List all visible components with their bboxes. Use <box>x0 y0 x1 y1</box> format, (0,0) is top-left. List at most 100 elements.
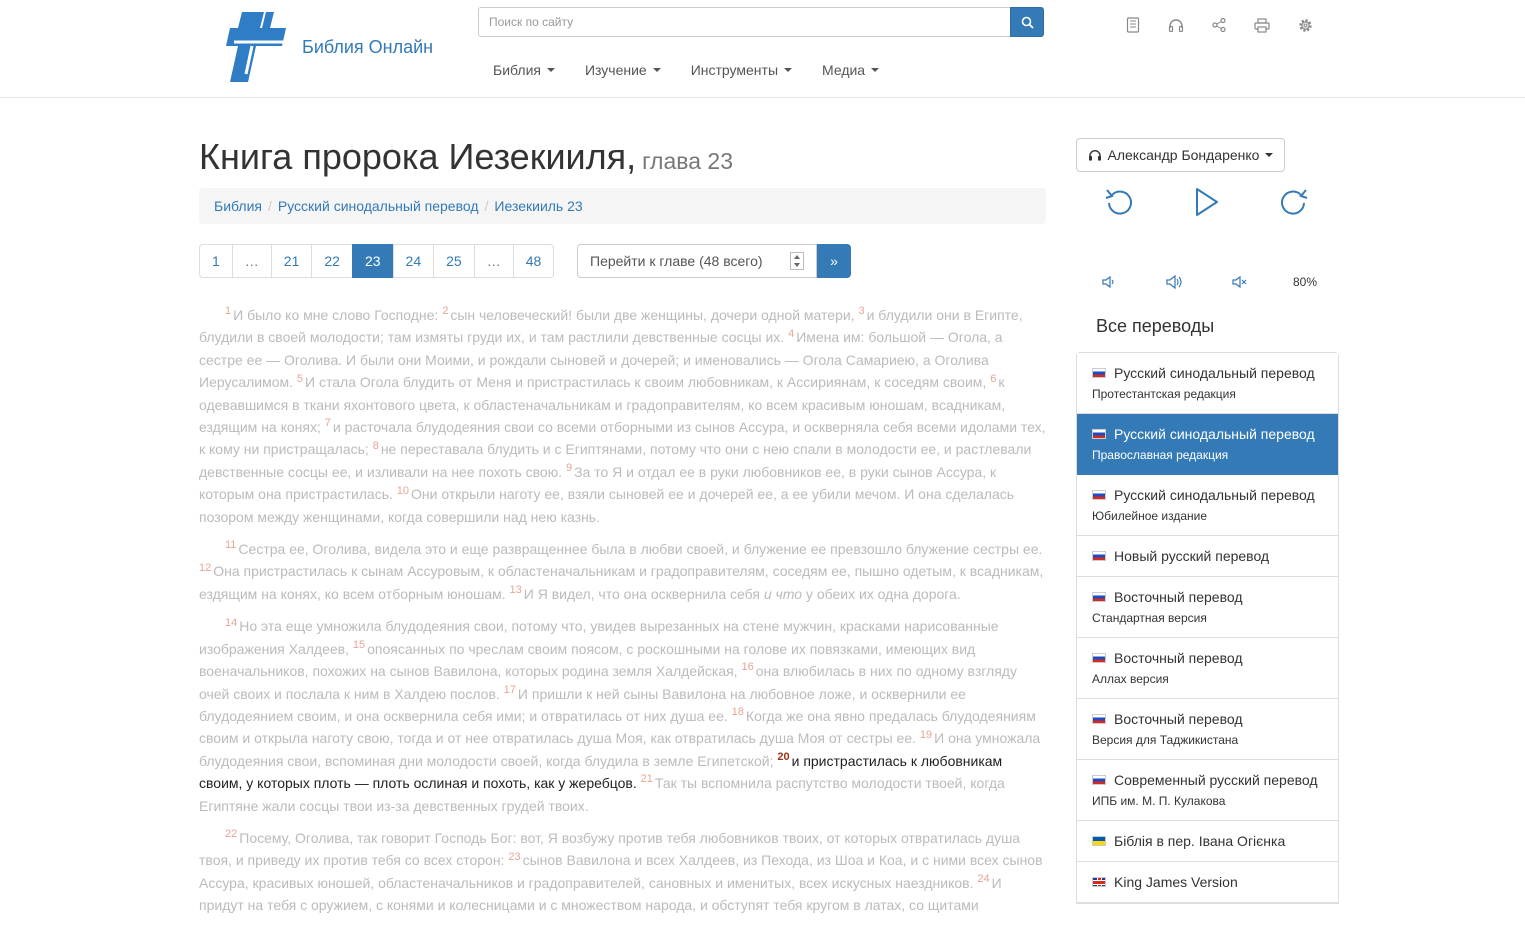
page-link[interactable]: 25 <box>433 244 475 278</box>
goto-chapter-input[interactable]: Перейти к главе (48 всего) <box>577 244 817 278</box>
ru-flag-icon <box>1092 592 1106 602</box>
headphones-icon[interactable] <box>1165 14 1187 36</box>
logo-icon[interactable] <box>226 12 288 82</box>
nav-media[interactable]: Медиа <box>807 58 894 82</box>
verse-number[interactable]: 8 <box>373 440 379 452</box>
translation-title: Русский синодальный перевод <box>1092 363 1323 384</box>
verse-number[interactable]: 18 <box>732 706 744 718</box>
translation-item[interactable]: Русский синодальный перевод Протестантска… <box>1077 353 1338 414</box>
page-link[interactable]: 1 <box>199 244 233 278</box>
page-link[interactable]: 48 <box>512 244 555 278</box>
reader-select-button[interactable]: Александр Бондаренко <box>1076 138 1285 172</box>
caret-down-icon <box>652 68 661 72</box>
share-icon[interactable] <box>1208 14 1230 36</box>
verse-number[interactable]: 7 <box>325 417 331 429</box>
paragraph: 1И было ко мне слово Господне: 2 сын чело… <box>199 304 1046 528</box>
translation-subtitle: Версия для Таджикистана <box>1092 733 1239 747</box>
verse-number[interactable]: 13 <box>510 584 522 596</box>
verse-number[interactable]: 11 <box>225 539 236 551</box>
search-input[interactable] <box>478 7 1010 37</box>
page-link[interactable]: 21 <box>270 244 313 278</box>
verse-number[interactable]: 10 <box>397 485 409 497</box>
verse-number[interactable]: 19 <box>920 729 932 741</box>
verse-number[interactable]: 16 <box>741 661 753 673</box>
rewind-button[interactable] <box>1100 183 1138 221</box>
search-bar <box>478 7 1044 37</box>
translation-item[interactable]: Русский синодальный перевод Юбилейное изд… <box>1077 475 1338 536</box>
nav-study[interactable]: Изучение <box>570 58 676 82</box>
number-spinner[interactable] <box>790 252 804 270</box>
caret-down-icon <box>1265 153 1274 157</box>
goto-chapter: Перейти к главе (48 всего) » <box>577 244 851 278</box>
volume-up-icon <box>1166 274 1182 290</box>
page-link-active[interactable]: 23 <box>351 244 394 278</box>
verse-number[interactable]: 2 <box>442 305 448 317</box>
volume-down-button[interactable] <box>1102 272 1116 292</box>
volume-up-button[interactable] <box>1166 272 1184 292</box>
search-button[interactable] <box>1010 7 1044 37</box>
verse-number[interactable]: 12 <box>199 562 211 574</box>
verse-text: сын человеческий! были две женщины, доче… <box>450 307 859 323</box>
breadcrumb-link[interactable]: Библия <box>214 198 262 214</box>
paragraph: 14 Но эта еще умножила блудодеяния свои, … <box>199 615 1046 817</box>
verse-number[interactable]: 24 <box>977 873 989 885</box>
search-icon <box>1021 16 1034 29</box>
page-subtitle: глава 23 <box>642 148 733 174</box>
breadcrumb-link[interactable]: Русский синодальный перевод <box>278 198 479 214</box>
page-ellipsis: … <box>473 244 514 278</box>
breadcrumb-link[interactable]: Иезекииль 23 <box>494 198 582 214</box>
translation-item[interactable]: Восточный перевод Стандартная версия <box>1077 577 1338 638</box>
translation-item[interactable]: Русский синодальный перевод Православная … <box>1077 414 1338 475</box>
translation-subtitle: Аллах версия <box>1092 672 1169 686</box>
verse-number[interactable]: 5 <box>297 373 303 385</box>
translation-subtitle: Православная редакция <box>1092 448 1229 462</box>
verse-number[interactable]: 22 <box>225 828 237 840</box>
gear-icon[interactable] <box>1294 14 1316 36</box>
verse-number[interactable]: 6 <box>990 373 996 385</box>
ru-flag-icon <box>1092 551 1106 561</box>
ru-flag-icon <box>1092 714 1106 724</box>
verse-number[interactable]: 23 <box>508 851 520 863</box>
forward-button[interactable] <box>1275 183 1313 221</box>
mute-button[interactable] <box>1232 272 1248 292</box>
verse-number[interactable]: 4 <box>788 328 794 340</box>
nav-tools[interactable]: Инструменты <box>676 58 807 82</box>
verse-number[interactable]: 20 <box>777 751 789 763</box>
verse-text: Сестра ее, Оголива, видела это и еще раз… <box>238 541 1043 558</box>
breadcrumb: Библия / Русский синодальный перевод / И… <box>199 188 1046 224</box>
verse-number[interactable]: 14 <box>225 617 237 629</box>
translation-item[interactable]: Восточный перевод Версия для Таджикистана <box>1077 699 1338 760</box>
verse-text: И Я видел, что она осквернила себя <box>523 585 764 602</box>
volume-controls: 80% <box>1098 270 1328 294</box>
nav-bible[interactable]: Библия <box>478 58 570 82</box>
verse-number[interactable]: 21 <box>641 773 653 785</box>
page-link[interactable]: 24 <box>392 244 435 278</box>
translation-item[interactable]: Современный русский перевод ИПБ им. М. П.… <box>1077 760 1338 821</box>
verse-number[interactable]: 3 <box>858 305 864 317</box>
translations-list: Русский синодальный перевод Протестантска… <box>1076 352 1339 904</box>
headphones-icon <box>1088 150 1101 161</box>
book-icon[interactable] <box>1122 14 1144 36</box>
translation-item[interactable]: Новый русский перевод <box>1077 536 1338 577</box>
print-icon[interactable] <box>1251 14 1273 36</box>
translations-heading: Все переводы <box>1096 316 1215 336</box>
chapter-text: 1И было ко мне слово Господне: 2 сын чело… <box>199 304 1046 927</box>
volume-level: 80% <box>1293 275 1318 289</box>
page-link[interactable]: 22 <box>311 244 353 278</box>
site-header: Библия Онлайн Библия Изучение Инструмент… <box>0 0 1525 98</box>
audio-player <box>1100 183 1320 221</box>
verse-number[interactable]: 1 <box>225 305 231 317</box>
play-button[interactable] <box>1187 183 1225 221</box>
ru-flag-icon <box>1092 775 1106 785</box>
verse-number[interactable]: 17 <box>504 684 516 696</box>
caret-down-icon <box>871 68 880 72</box>
verse-number[interactable]: 15 <box>353 639 365 651</box>
paragraph: 22 Посему, Оголива, так говорит Господь Б… <box>199 827 1046 917</box>
translation-item[interactable]: Біблія в пер. Івана Огієнка <box>1077 821 1338 862</box>
verse-number[interactable]: 9 <box>566 462 572 474</box>
translation-item[interactable]: King James Version <box>1077 862 1338 903</box>
translation-item[interactable]: Восточный перевод Аллах версия <box>1077 638 1338 699</box>
site-name[interactable]: Библия Онлайн <box>302 37 433 58</box>
goto-button[interactable]: » <box>817 244 851 278</box>
page-title: Книга пророка Иезекииля, глава 23 <box>199 136 733 177</box>
